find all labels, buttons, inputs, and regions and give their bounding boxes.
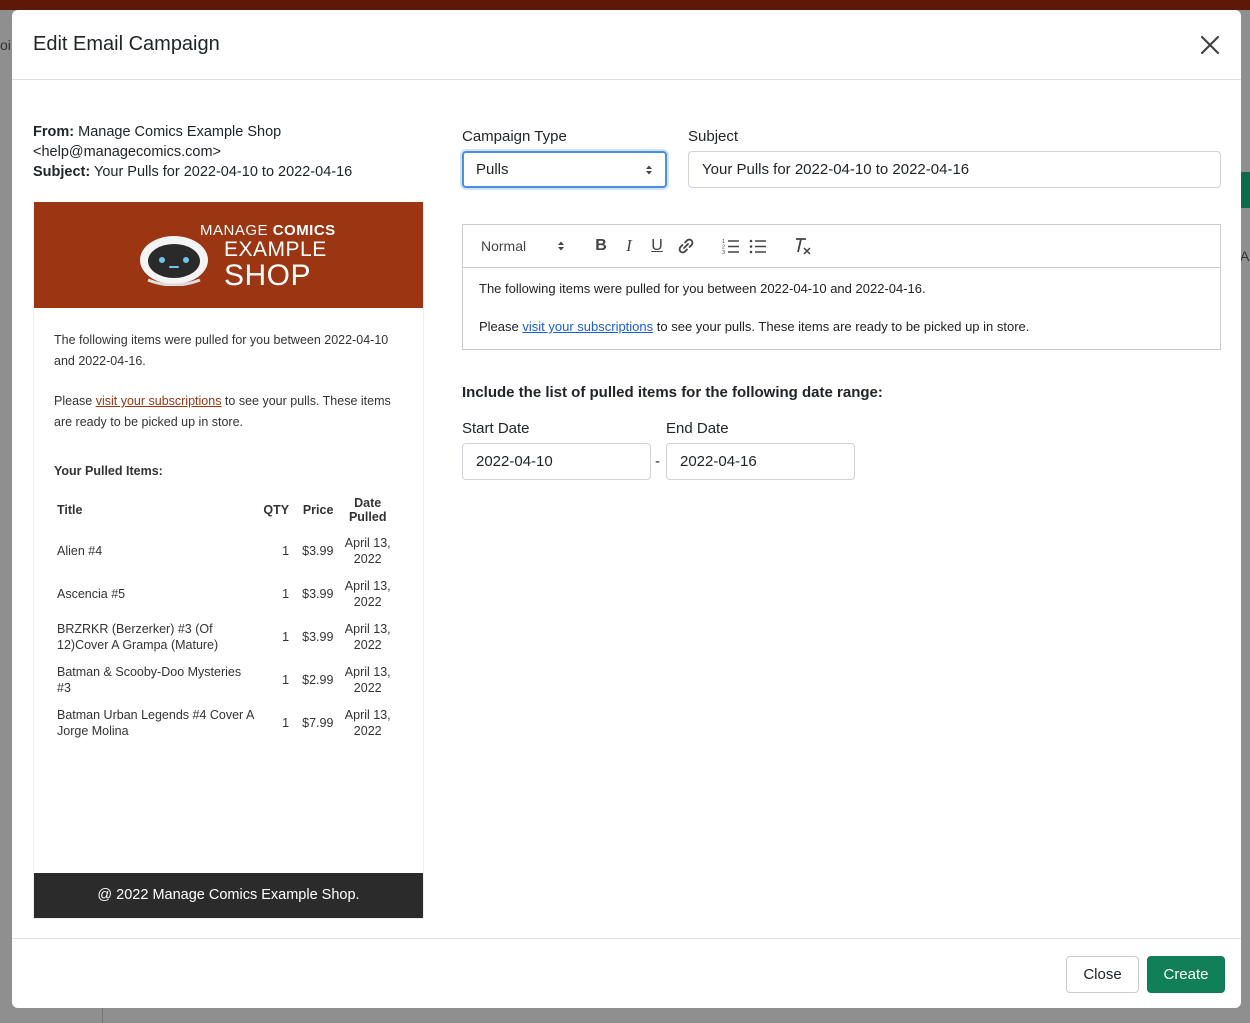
item-title: BRZRKR (Berzerker) #3 (Of 12)Cover A Gra…: [57, 622, 219, 652]
email-meta: From: Manage Comics Example Shop <help@m…: [33, 122, 393, 182]
item-title: Ascencia #5: [57, 586, 126, 601]
item-qty: 1: [282, 715, 290, 730]
svg-text:3: 3: [722, 250, 725, 256]
visit-subscriptions-link[interactable]: visit your subscriptions: [96, 394, 222, 408]
modal-title: Edit Email Campaign: [33, 33, 220, 55]
pulled-items-heading: Your Pulled Items:: [54, 464, 163, 478]
item-price: $7.99: [302, 715, 334, 730]
close-button[interactable]: Close: [1066, 956, 1139, 993]
email-banner: MANAGE COMICS EXAMPLE SHOP: [34, 202, 423, 308]
email-preview: MANAGE COMICS EXAMPLE SHOP The following…: [33, 202, 424, 919]
format-arrows-icon: [558, 241, 564, 251]
from-label: From:: [33, 124, 75, 140]
column-date-pulled: Date Pulled: [348, 496, 387, 524]
table-row: Batman & Scooby-Doo Mysteries #3 1 $2.99…: [54, 659, 399, 702]
logo-line1: MANAGE: [200, 222, 273, 239]
close-icon[interactable]: [1197, 32, 1223, 58]
link-icon[interactable]: [676, 236, 696, 256]
background-text-right: Ac: [1240, 248, 1250, 264]
pulled-items-table: Title QTY Price Date Pulled Alien #4 1 $…: [54, 490, 399, 745]
item-date: April 13, 2022: [344, 622, 391, 652]
create-button[interactable]: Create: [1147, 956, 1225, 993]
background-text-left: oi: [0, 37, 11, 53]
item-price: $2.99: [302, 672, 334, 687]
preview-intro: The following items were pulled for you …: [54, 333, 389, 368]
campaign-type-label: Campaign Type: [462, 128, 567, 145]
bold-icon[interactable]: B: [591, 236, 611, 256]
editor-toolbar: Normal B I U 1 2 3: [463, 225, 1220, 268]
modal-header: Edit Email Campaign: [12, 10, 1241, 80]
date-range-separator: -: [655, 453, 660, 470]
item-title: Batman & Scooby-Doo Mysteries #3: [57, 665, 242, 695]
item-title: Alien #4: [57, 543, 103, 558]
underline-icon[interactable]: U: [647, 236, 667, 256]
editor-line-1[interactable]: The following items were pulled for you …: [479, 281, 926, 296]
item-date: April 13, 2022: [344, 708, 391, 738]
subject-field-label: Subject: [688, 128, 739, 145]
edit-campaign-modal: Edit Email Campaign From: Manage Comics …: [12, 10, 1241, 1008]
end-date-input[interactable]: [666, 443, 855, 480]
modal-footer: Close Create: [12, 938, 1241, 1008]
format-value: Normal: [481, 238, 527, 254]
background-divider: [102, 1008, 103, 1023]
column-price: Price: [302, 503, 334, 517]
start-date-label: Start Date: [462, 420, 530, 437]
date-range-heading: Include the list of pulled items for the…: [462, 384, 883, 401]
editor-line-2[interactable]: Please visit your subscriptions to see y…: [479, 319, 1029, 334]
item-title: Batman Urban Legends #4 Cover A Jorge Mo…: [57, 708, 254, 738]
item-price: $3.99: [302, 586, 334, 601]
campaign-type-value: Pulls: [476, 161, 509, 178]
editor-line-2-prefix: Please: [479, 319, 523, 334]
italic-icon[interactable]: I: [619, 236, 639, 256]
ordered-list-icon[interactable]: 1 2 3: [721, 236, 741, 256]
item-qty: 1: [282, 672, 290, 687]
preview-visit-prefix: Please: [54, 394, 96, 408]
app-top-bar: [0, 0, 1250, 10]
subject-input[interactable]: [688, 151, 1221, 188]
item-date: April 13, 2022: [344, 536, 391, 566]
table-row: Ascencia #5 1 $3.99 April 13, 2022: [54, 573, 399, 616]
table-header-row: Title QTY Price Date Pulled: [54, 490, 399, 530]
item-qty: 1: [282, 586, 290, 601]
editor-line-2-suffix: to see your pulls. These items are ready…: [653, 319, 1030, 334]
logo-line3: SHOP: [224, 259, 312, 292]
logo-line1-bold: COMICS: [272, 222, 336, 239]
item-price: $3.99: [302, 629, 334, 644]
item-qty: 1: [282, 543, 290, 558]
select-arrows-icon: [646, 165, 652, 175]
table-row: Alien #4 1 $3.99 April 13, 2022: [54, 530, 399, 573]
email-footer: @ 2022 Manage Comics Example Shop.: [34, 873, 423, 918]
column-qty: QTY: [263, 503, 290, 517]
table-row: BRZRKR (Berzerker) #3 (Of 12)Cover A Gra…: [54, 616, 399, 659]
clear-format-icon[interactable]: [793, 236, 813, 256]
item-date: April 13, 2022: [344, 665, 391, 695]
subject-label: Subject:: [33, 164, 91, 180]
editor-subscriptions-link[interactable]: visit your subscriptions: [522, 319, 653, 334]
item-qty: 1: [282, 629, 290, 644]
end-date-label: End Date: [666, 420, 729, 437]
column-title: Title: [57, 503, 83, 517]
table-row: Batman Urban Legends #4 Cover A Jorge Mo…: [54, 702, 399, 745]
item-price: $3.99: [302, 543, 334, 558]
start-date-input[interactable]: [462, 443, 651, 480]
preview-visit-paragraph: Please visit your subscriptions to see y…: [54, 391, 404, 432]
campaign-type-select[interactable]: Pulls: [462, 151, 667, 188]
bullet-list-icon[interactable]: [748, 236, 768, 256]
item-date: April 13, 2022: [344, 579, 391, 609]
subject-value: Your Pulls for 2022-04-10 to 2022-04-16: [93, 164, 353, 180]
rich-text-editor: Normal B I U 1 2 3 The following items w…: [462, 224, 1221, 350]
